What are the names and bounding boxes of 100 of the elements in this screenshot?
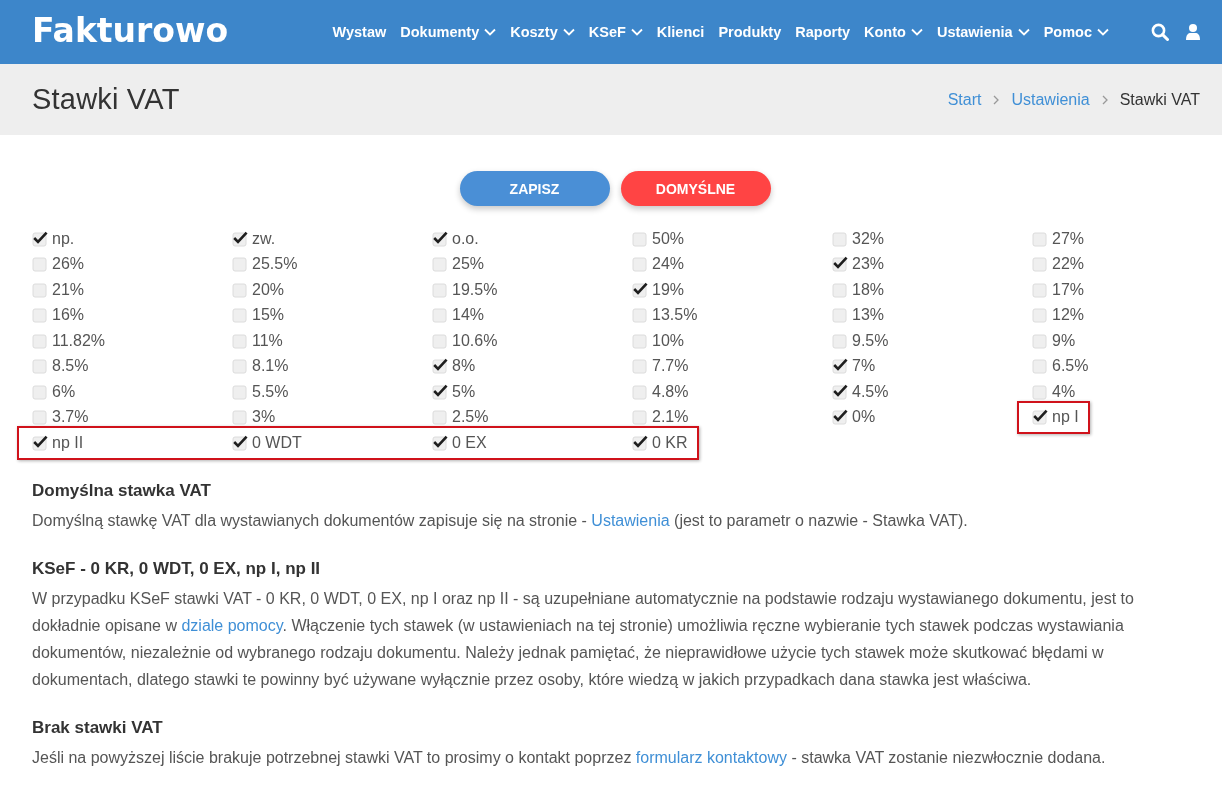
checkbox[interactable] (432, 409, 448, 426)
checkbox[interactable] (232, 307, 248, 324)
checkbox[interactable] (232, 358, 248, 375)
checkbox[interactable] (632, 409, 648, 426)
rate-label: 4.5% (852, 382, 889, 401)
checkbox[interactable] (32, 332, 48, 349)
text-link[interactable]: formularz kontaktowy (635, 748, 787, 766)
checkbox[interactable] (32, 409, 48, 426)
breadcrumb-link[interactable]: Start (947, 90, 982, 109)
rate-label: 0 KR (652, 433, 688, 452)
paragraph: W przypadku KSeF stawki VAT - 0 KR, 0 WDT, 0 EX, np I oraz np II - są uzupełniane automatycznie na podstawie rodzaju wystawianego dokumentu, jest to dokładnie opisane w dziale pomocy. Włączenie tych stawek (w ustawieniach na tej stronie) umożliwia ręczne wybieranie tych stawek podczas wystawiania dokumentów, niezależnie od wybranego rodzaju dokumentu. Należy jednak pamiętać, że nieprawidłowe użycie tych stawek może skutkować błędami w dokumentach, dlatego stawki te powinny być używane wyłącznie przez osoby, które wiedzą w jakich przypadkach dana stawka jest właściwa. (32, 588, 1135, 690)
checkbox[interactable] (32, 230, 48, 247)
breadcrumb-link[interactable]: Ustawienia (1011, 90, 1090, 109)
checkbox[interactable] (432, 230, 448, 247)
rate-label: 5.5% (252, 382, 289, 401)
nav-link[interactable]: Produkty (718, 24, 782, 40)
text-link[interactable]: dziale pomocy (181, 616, 283, 634)
nav-link[interactable]: Wystaw (332, 24, 387, 40)
checkbox[interactable] (432, 383, 448, 400)
checkbox[interactable] (232, 332, 248, 349)
checkbox[interactable] (1032, 281, 1048, 298)
rate-label: 9.5% (852, 331, 889, 350)
checkbox[interactable] (1032, 409, 1048, 426)
checkbox[interactable] (432, 281, 448, 298)
checkbox[interactable] (432, 307, 448, 324)
checkbox[interactable] (232, 281, 248, 298)
checkbox[interactable] (232, 409, 248, 426)
rate-label: 2.1% (652, 408, 689, 427)
checkbox[interactable] (232, 434, 248, 451)
checkbox[interactable] (632, 307, 648, 324)
checkbox[interactable] (632, 230, 648, 247)
nav-link[interactable]: Pomoc (1043, 24, 1109, 40)
checkbox[interactable] (232, 256, 248, 273)
checkbox[interactable] (1032, 332, 1048, 349)
section-heading: KSeF - 0 KR, 0 WDT, 0 EX, np I, np II (32, 557, 322, 580)
checkbox[interactable] (832, 332, 848, 349)
checkbox[interactable] (232, 383, 248, 400)
nav-link[interactable]: Raporty (795, 24, 851, 40)
nav-link[interactable]: Koszty (510, 24, 575, 40)
checkbox[interactable] (1032, 307, 1048, 324)
checkbox[interactable] (632, 358, 648, 375)
checkbox[interactable] (832, 230, 848, 247)
checkbox[interactable] (832, 256, 848, 273)
checkbox[interactable] (832, 358, 848, 375)
checkbox[interactable] (832, 383, 848, 400)
checkbox[interactable] (832, 281, 848, 298)
nav-link[interactable]: Dokumenty (400, 24, 497, 40)
rate-label: 8% (452, 357, 476, 376)
rate-label: 13.5% (652, 306, 698, 325)
checkbox[interactable] (32, 434, 48, 451)
checkbox[interactable] (432, 332, 448, 349)
checkbox[interactable] (1032, 256, 1048, 273)
nav-link[interactable]: Konto (864, 24, 923, 40)
checkbox[interactable] (832, 409, 848, 426)
checkbox[interactable] (432, 256, 448, 273)
chevron-right-icon (1101, 94, 1108, 105)
rate-label: 21% (52, 280, 85, 299)
checkbox[interactable] (832, 307, 848, 324)
checkbox[interactable] (1032, 358, 1048, 375)
rate-label: 10% (652, 331, 685, 350)
text-link[interactable]: Ustawienia (591, 511, 670, 529)
rate-label: 2.5% (452, 408, 489, 427)
rate-label: 11% (252, 331, 283, 350)
rate-label: 23% (852, 255, 885, 274)
rate-label: 0% (852, 408, 876, 427)
rate-label: 10.6% (452, 331, 498, 350)
checkbox[interactable] (32, 383, 48, 400)
breadcrumb-current: Stawki VAT (1119, 90, 1200, 109)
save-button[interactable]: ZAPISZ (459, 171, 610, 206)
nav-link[interactable]: Ustawienia (936, 24, 1030, 40)
checkbox[interactable] (32, 256, 48, 273)
checkbox[interactable] (432, 358, 448, 375)
checkbox[interactable] (32, 307, 48, 324)
rate-label: o.o. (452, 229, 479, 248)
rate-label: 22% (1052, 255, 1085, 274)
rate-label: np II (52, 433, 84, 452)
checkbox[interactable] (1032, 230, 1048, 247)
rate-label: 3% (252, 408, 276, 427)
checkbox[interactable] (232, 230, 248, 247)
reset-button[interactable]: DOMYŚLNE (620, 171, 771, 206)
section-heading: Domyślna stawka VAT (32, 479, 212, 502)
nav-link[interactable]: KSeF (588, 24, 643, 40)
checkbox[interactable] (1032, 383, 1048, 400)
checkbox[interactable] (32, 358, 48, 375)
nav-link[interactable]: Klienci (656, 24, 705, 40)
rate-label: 7.7% (652, 357, 689, 376)
search-icon[interactable] (1151, 23, 1169, 41)
user-icon[interactable] (1186, 24, 1200, 40)
checkbox[interactable] (32, 281, 48, 298)
checkbox[interactable] (632, 256, 648, 273)
logo[interactable]: Fakturowo (32, 13, 229, 47)
chevron-right-icon (993, 94, 1000, 105)
rate-label: 4% (1052, 382, 1076, 401)
checkbox[interactable] (632, 332, 648, 349)
checkbox[interactable] (632, 434, 648, 451)
rate-label: 25% (452, 255, 485, 274)
rate-label: 8.1% (252, 357, 289, 376)
checkbox[interactable] (632, 281, 648, 298)
checkbox[interactable] (632, 383, 648, 400)
checkbox[interactable] (432, 434, 448, 451)
